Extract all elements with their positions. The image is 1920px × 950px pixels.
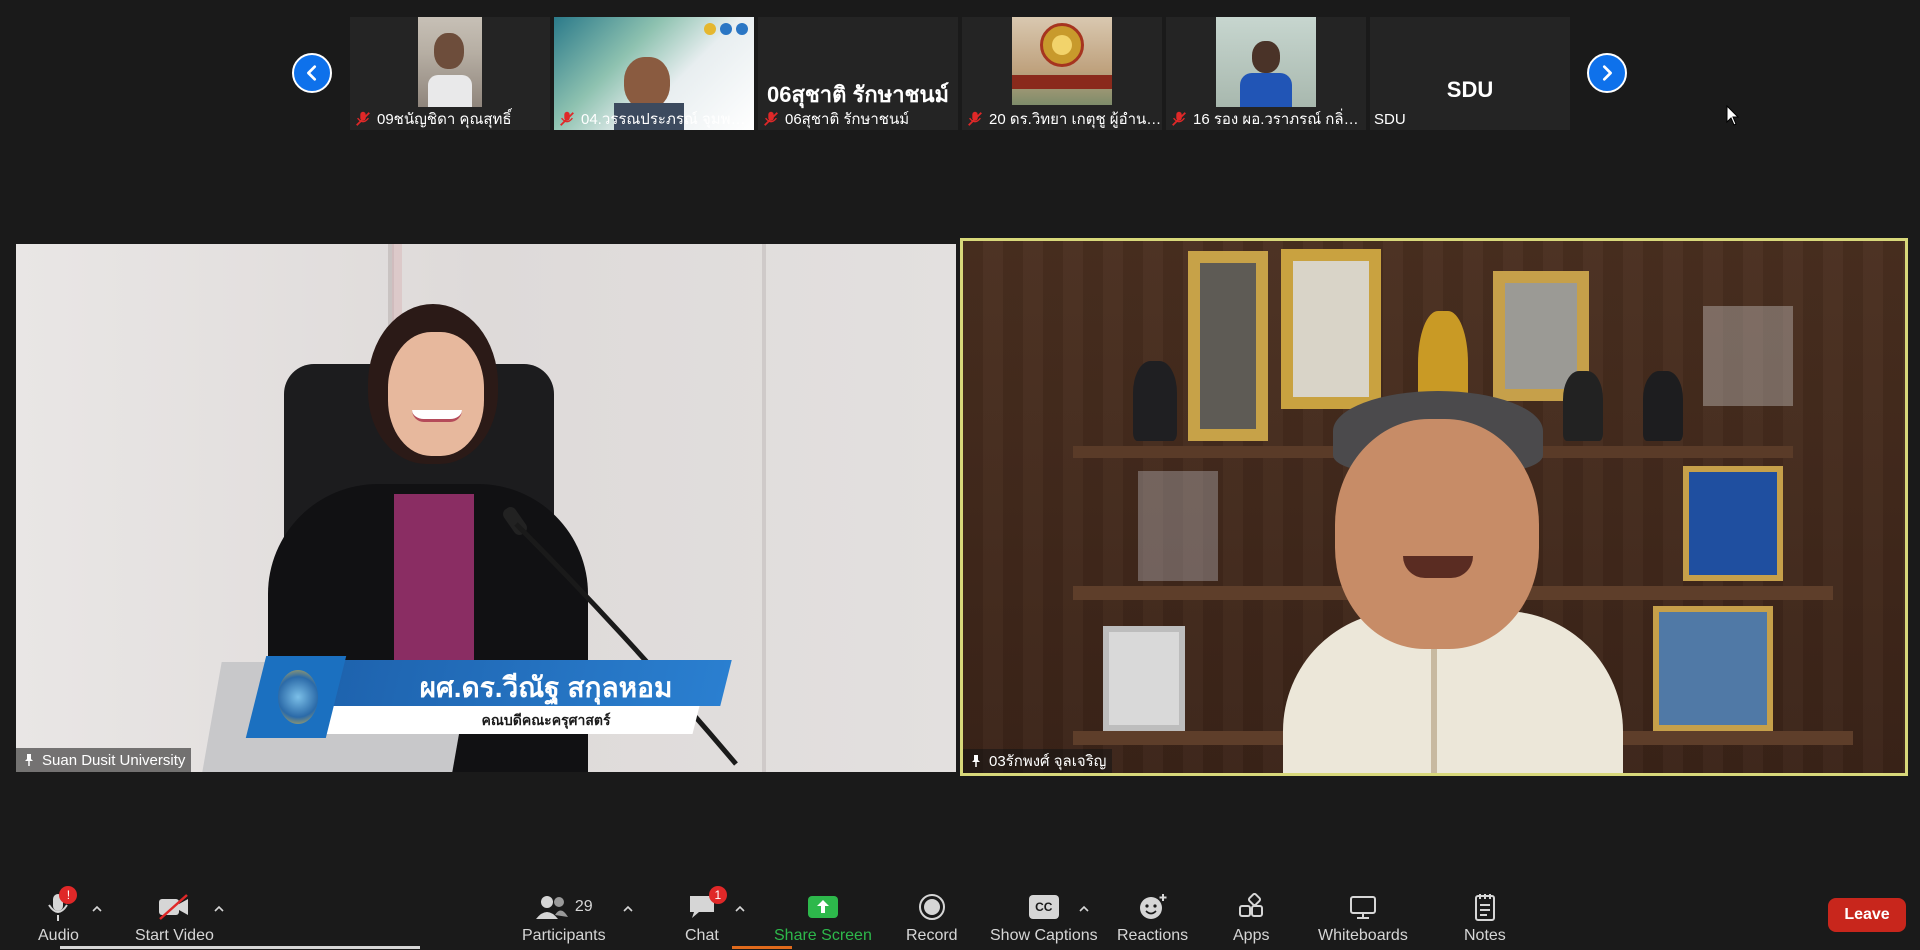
notes-label: Notes (1464, 927, 1506, 944)
participant-name: 16 รอง ผอ.วราภรณ์ กลิ่นเ... (1193, 111, 1366, 128)
participant-name-bar: 04.วรรณประภรณ์ จุมพลน้... (554, 108, 754, 130)
audio-options-caret-icon[interactable] (90, 902, 104, 916)
audio-warning-badge: ! (59, 886, 78, 904)
participant-strip: 09ชนัญชิดา คุณสุทธิ์ 04.วรรณประภรณ์ จุมพ… (0, 0, 1920, 140)
reactions-label: Reactions (1117, 927, 1189, 944)
notes-icon (1474, 894, 1495, 921)
pin-icon (972, 755, 980, 767)
chat-button[interactable]: 1 Chat (685, 886, 727, 945)
muted-mic-icon (1172, 111, 1186, 126)
active-speaker-tile[interactable]: 03รักพงศ์ จุลเจริญ (960, 238, 1908, 776)
participants-label: Participants (522, 927, 606, 944)
captions-icon: CC (1028, 895, 1059, 919)
smiley-plus-icon (1139, 894, 1167, 919)
tile-name: 03รักพงศ์ จุลเจริญ (989, 753, 1107, 770)
chat-active-underline (732, 946, 792, 949)
audio-button[interactable]: ! Audio (38, 886, 79, 945)
next-page-button[interactable] (1587, 53, 1627, 93)
previous-page-button[interactable] (292, 53, 332, 93)
participant-name-bar: 20 ดร.วิทยา เกตุชู ผู้อำนว... (962, 108, 1162, 130)
participant-video (963, 241, 1905, 773)
banner-name: ผศ.ดร.วีณัฐ สกุลหอม (419, 672, 673, 703)
participant-thumbnail[interactable]: 06สุชาติ รักษาชนม์ 06สุชาติ รักษาชนม์ (758, 17, 958, 130)
share-screen-label: Share Screen (774, 927, 872, 944)
video-options-caret-icon[interactable] (212, 902, 226, 916)
participant-big-name: 06สุชาติ รักษาชนม์ (766, 82, 950, 107)
chevron-left-icon (307, 65, 317, 81)
pin-icon (25, 754, 33, 766)
participant-name: 06สุชาติ รักษาชนม์ (785, 111, 910, 128)
meeting-toolbar: ! Audio Start Video 29 Participants 1 Ch… (0, 880, 1920, 950)
record-icon (918, 894, 945, 920)
whiteboards-button[interactable]: Whiteboards (1318, 890, 1408, 945)
audio-label: Audio (38, 927, 79, 944)
muted-mic-icon (356, 111, 370, 126)
muted-mic-icon (968, 111, 982, 126)
participant-name-bar: 06สุชาติ รักษาชนม์ (758, 108, 958, 130)
participant-thumbnail[interactable]: 04.วรรณประภรณ์ จุมพลน้... (554, 17, 754, 130)
tile-name: Suan Dusit University (42, 751, 186, 769)
muted-mic-icon (560, 111, 574, 126)
audio-active-underline (60, 946, 420, 949)
captions-icon-text: CC (1035, 900, 1053, 914)
muted-mic-icon (764, 111, 778, 126)
captions-options-caret-icon[interactable] (1077, 902, 1091, 916)
participants-button[interactable]: 29 Participants (522, 890, 606, 945)
participant-thumbnail[interactable]: 20 ดร.วิทยา เกตุชู ผู้อำนว... (962, 17, 1162, 130)
participant-name: 20 ดร.วิทยา เกตุชู ผู้อำนว... (989, 111, 1162, 128)
share-screen-icon (807, 896, 838, 918)
record-button[interactable]: Record (906, 890, 958, 945)
whiteboards-label: Whiteboards (1318, 927, 1408, 944)
reactions-button[interactable]: Reactions (1117, 890, 1188, 945)
participant-name: SDU (1374, 110, 1406, 128)
apps-icon (1239, 893, 1264, 917)
show-captions-label: Show Captions (990, 927, 1098, 944)
video-off-icon (159, 894, 189, 920)
whiteboard-icon (1349, 896, 1376, 919)
participant-name: 09ชนัญชิดา คุณสุทธิ์ (377, 111, 512, 128)
participant-thumbnail[interactable]: SDU SDU (1370, 17, 1570, 130)
participant-video (418, 17, 482, 107)
banner-title: คณบดีคณะครุศาสตร์ (481, 712, 611, 728)
participants-options-caret-icon[interactable] (621, 902, 635, 916)
participant-video (1012, 17, 1112, 105)
participants-icon (535, 896, 568, 919)
apps-label: Apps (1233, 927, 1270, 944)
participant-name-bar: SDU (1370, 108, 1570, 130)
chat-label: Chat (685, 927, 719, 944)
participant-name: 04.วรรณประภรณ์ จุมพลน้... (581, 111, 754, 128)
participant-video (1216, 17, 1316, 107)
start-video-button[interactable]: Start Video (135, 890, 214, 945)
record-label: Record (906, 927, 958, 944)
start-video-label: Start Video (135, 927, 214, 944)
chat-unread-badge: 1 (708, 886, 727, 904)
show-captions-button[interactable]: CC Show Captions (990, 890, 1098, 945)
tile-name-label: 03รักพงศ์ จุลเจริญ (963, 749, 1113, 773)
chevron-right-icon (1602, 65, 1612, 81)
participant-name-bar: 09ชนัญชิดา คุณสุทธิ์ (350, 108, 550, 130)
apps-button[interactable]: Apps (1233, 890, 1269, 945)
notes-button[interactable]: Notes (1464, 890, 1506, 945)
leave-button[interactable]: Leave (1828, 898, 1906, 932)
chat-options-caret-icon[interactable] (733, 902, 747, 916)
mouse-cursor-icon (1726, 105, 1740, 126)
video-tile-left[interactable]: ผศ.ดร.วีณัฐ สกุลหอม คณบดีคณะครุศาสตร์ Su… (16, 244, 956, 772)
participant-big-name: SDU (1446, 77, 1494, 102)
participant-count: 29 (574, 898, 593, 915)
tile-name-label: Suan Dusit University (16, 748, 192, 772)
share-screen-button[interactable]: Share Screen (774, 890, 872, 945)
participant-thumbnail[interactable]: 09ชนัญชิดา คุณสุทธิ์ (350, 17, 550, 130)
participant-name-bar: 16 รอง ผอ.วราภรณ์ กลิ่นเ... (1166, 108, 1366, 130)
lower-third-banner: ผศ.ดร.วีณัฐ สกุลหอม คณบดีคณะครุศาสตร์ (245, 656, 732, 740)
participant-thumbnail[interactable]: 16 รอง ผอ.วราภรณ์ กลิ่นเ... (1166, 17, 1366, 130)
